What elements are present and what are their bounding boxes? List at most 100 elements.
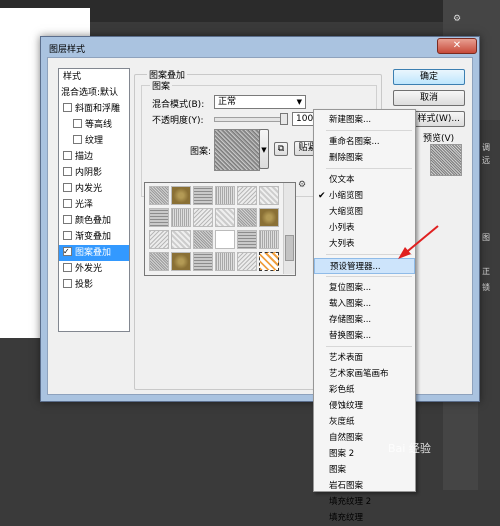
dialog-titlebar[interactable]: 图层样式 ✕: [41, 37, 479, 57]
close-button[interactable]: ✕: [437, 38, 477, 54]
cancel-button[interactable]: 取消: [393, 90, 465, 106]
chevron-down-icon: ▼: [296, 98, 302, 106]
menu-item-label: 替换图案...: [329, 331, 372, 341]
menu-item[interactable]: 灰度纸: [314, 414, 415, 430]
pattern-tile[interactable]: [215, 252, 235, 271]
style-item[interactable]: 外发光: [59, 261, 129, 277]
style-item-checkbox[interactable]: [63, 183, 72, 192]
pattern-tile[interactable]: [149, 230, 169, 249]
menu-item[interactable]: 删除图案: [314, 150, 415, 166]
pattern-tile[interactable]: [149, 252, 169, 271]
pattern-tile[interactable]: [215, 230, 235, 249]
menu-item-label: 侵蚀纹理: [329, 401, 364, 411]
blend-options-item[interactable]: 混合选项:默认: [59, 85, 131, 101]
pattern-tile[interactable]: [237, 186, 257, 205]
pattern-picker-button[interactable]: ▼: [259, 129, 269, 169]
style-item-label: 等高线: [85, 120, 113, 130]
opacity-slider-thumb[interactable]: [280, 113, 288, 125]
menu-item[interactable]: 填充纹理: [314, 510, 415, 526]
style-item-label: 内发光: [75, 184, 103, 194]
blend-mode-select[interactable]: 正常 ▼: [214, 95, 306, 109]
style-item[interactable]: 渐变叠加: [59, 229, 129, 245]
style-item-checkbox[interactable]: [63, 215, 72, 224]
style-item-checkbox[interactable]: [63, 167, 72, 176]
style-item-checkbox[interactable]: [63, 263, 72, 272]
style-item[interactable]: 光泽: [59, 197, 129, 213]
menu-separator: [326, 130, 412, 131]
pattern-tile[interactable]: [215, 186, 235, 205]
panel-toggle-icon[interactable]: ⚙: [453, 14, 461, 24]
menu-item[interactable]: 替换图案...: [314, 328, 415, 344]
menu-item-label: 小缩览图: [329, 191, 364, 201]
menu-item[interactable]: 存储图案...: [314, 312, 415, 328]
menu-item[interactable]: 载入图案...: [314, 296, 415, 312]
style-item[interactable]: 颜色叠加: [59, 213, 129, 229]
style-item-checkbox[interactable]: [63, 151, 72, 160]
style-item[interactable]: 斜面和浮雕: [59, 101, 129, 117]
pattern-tile[interactable]: [259, 230, 279, 249]
style-item[interactable]: 内发光: [59, 181, 129, 197]
preview-checkbox-label[interactable]: 预览(V): [423, 131, 454, 144]
ok-button[interactable]: 确定: [393, 69, 465, 85]
menu-item[interactable]: 图案: [314, 462, 415, 478]
pattern-tile[interactable]: [259, 186, 279, 205]
style-item-checkbox[interactable]: [63, 279, 72, 288]
pattern-picker-scrollbar[interactable]: [283, 183, 295, 274]
menu-item[interactable]: 艺术表面: [314, 350, 415, 366]
pattern-tile[interactable]: [193, 208, 213, 227]
pattern-tile[interactable]: [171, 186, 191, 205]
menu-item[interactable]: 填充纹理 2: [314, 494, 415, 510]
pattern-picker-scroll-thumb[interactable]: [285, 235, 294, 261]
menu-item[interactable]: 重命名图案...: [314, 134, 415, 150]
pattern-tile[interactable]: [193, 230, 213, 249]
style-item-label: 外发光: [75, 264, 103, 274]
menu-item[interactable]: 彩色纸: [314, 382, 415, 398]
new-preset-button[interactable]: ⧉: [274, 142, 288, 156]
menu-item[interactable]: 大缩览图: [314, 204, 415, 220]
watermark: Bai 经验: [388, 442, 431, 455]
menu-item[interactable]: ✔ 小缩览图: [314, 188, 415, 204]
panel-label-lock: 锁: [482, 283, 490, 292]
menu-item-label: 复位图案...: [329, 283, 372, 293]
pattern-tile[interactable]: [193, 252, 213, 271]
dialog-title: 图层样式: [49, 45, 86, 55]
style-item[interactable]: 内阴影: [59, 165, 129, 181]
pattern-tile[interactable]: [237, 252, 257, 271]
style-item-checkbox[interactable]: [63, 245, 72, 260]
pattern-tile[interactable]: [237, 208, 257, 227]
pattern-tile[interactable]: [171, 208, 191, 227]
pattern-tile[interactable]: [193, 186, 213, 205]
style-item-label: 渐变叠加: [75, 232, 112, 242]
pattern-tile[interactable]: [215, 208, 235, 227]
pattern-swatch[interactable]: [214, 129, 260, 171]
pattern-tile[interactable]: [259, 208, 279, 227]
style-item[interactable]: 图案叠加: [59, 245, 129, 261]
pattern-tile[interactable]: [171, 252, 191, 271]
opacity-label: 不透明度(Y):: [152, 116, 204, 126]
style-item-checkbox[interactable]: [63, 231, 72, 240]
menu-item[interactable]: 新建图案...: [314, 112, 415, 128]
style-item[interactable]: 等高线: [59, 117, 129, 133]
pattern-tile[interactable]: [237, 230, 257, 249]
style-item[interactable]: 描边: [59, 149, 129, 165]
opacity-slider[interactable]: [214, 117, 288, 122]
style-item-checkbox[interactable]: [73, 135, 82, 144]
picker-gear-icon[interactable]: ⚙: [298, 180, 306, 190]
style-list-header[interactable]: 样式: [59, 69, 133, 85]
menu-item[interactable]: 岩石图案: [314, 478, 415, 494]
menu-item[interactable]: 仅文本: [314, 172, 415, 188]
menu-item[interactable]: 艺术家画笔画布: [314, 366, 415, 382]
style-item-checkbox[interactable]: [73, 119, 82, 128]
pattern-tile[interactable]: [171, 230, 191, 249]
menu-item[interactable]: 侵蚀纹理: [314, 398, 415, 414]
pattern-tile[interactable]: [149, 208, 169, 227]
style-item[interactable]: 纹理: [59, 133, 129, 149]
menu-item[interactable]: 复位图案...: [314, 280, 415, 296]
style-item-checkbox[interactable]: [63, 199, 72, 208]
pattern-tile[interactable]: [259, 252, 279, 271]
style-item[interactable]: 投影: [59, 277, 129, 293]
pattern-tile[interactable]: [149, 186, 169, 205]
menu-separator: [326, 346, 412, 347]
style-item-checkbox[interactable]: [63, 103, 72, 112]
blend-mode-label: 混合模式(B):: [152, 100, 205, 110]
